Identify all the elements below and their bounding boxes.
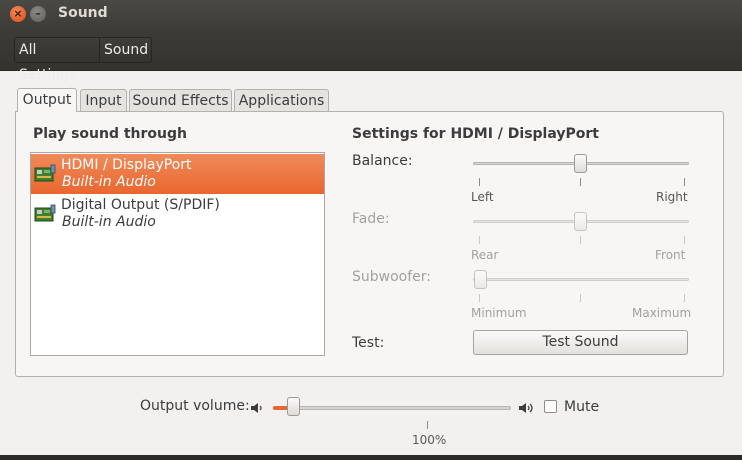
balance-left-label: Left: [471, 190, 494, 204]
speaker-low-icon: [251, 403, 262, 413]
subwoofer-max-label: Maximum: [632, 306, 692, 320]
subwoofer-slider-track: [473, 278, 689, 281]
speaker-high-icon: [519, 403, 533, 413]
fade-label: Fade:: [352, 211, 390, 227]
device-name: Digital Output (S/PDIF): [61, 197, 220, 213]
close-icon[interactable]: ×: [10, 6, 26, 22]
subwoofer-tick-left: [479, 294, 480, 302]
window-bottom-edge: [0, 455, 742, 460]
device-item-spdif[interactable]: Digital Output (S/PDIF) Built-in Audio: [31, 194, 324, 234]
title-bar: × – Sound: [0, 0, 742, 30]
fade-slider-handle: [574, 212, 587, 231]
balance-label: Balance:: [352, 153, 413, 169]
volume-slider-handle[interactable]: [287, 397, 301, 416]
device-item-hdmi[interactable]: HDMI / DisplayPort Built-in Audio: [31, 154, 324, 194]
tab-sound-effects[interactable]: Sound Effects: [129, 89, 232, 111]
fade-tick-right: [684, 236, 685, 244]
test-sound-button[interactable]: Test Sound: [473, 330, 688, 355]
device-subtitle: Built-in Audio: [62, 174, 156, 190]
volume-100-label: 100%: [412, 433, 447, 447]
output-volume-label: Output volume:: [140, 398, 250, 414]
fade-tick-center: [580, 236, 581, 244]
audio-card-icon: [34, 204, 56, 222]
device-subtitle: Built-in Audio: [62, 214, 156, 230]
test-label: Test:: [352, 335, 385, 351]
mute-checkbox[interactable]: [544, 400, 557, 413]
fade-tick-left: [479, 236, 480, 244]
subwoofer-tick-center: [580, 294, 581, 302]
subwoofer-tick-right: [684, 294, 685, 302]
volume-100-tick: [427, 421, 428, 429]
subwoofer-label: Subwoofer:: [352, 269, 431, 285]
balance-slider-handle[interactable]: [574, 154, 587, 173]
tab-applications[interactable]: Applications: [234, 89, 329, 111]
tab-output[interactable]: Output: [17, 88, 77, 112]
volume-slider-fill: [273, 406, 289, 410]
window-title: Sound: [58, 5, 108, 21]
subwoofer-slider-handle: [474, 270, 487, 289]
device-list[interactable]: HDMI / DisplayPort Built-in Audio Digita…: [30, 152, 325, 356]
volume-slider-track[interactable]: [273, 406, 511, 410]
all-settings-button[interactable]: All Settings: [14, 37, 100, 83]
fade-rear-label: Rear: [471, 248, 499, 262]
balance-tick-right: [684, 178, 685, 186]
settings-heading: Settings for HDMI / DisplayPort: [352, 126, 599, 142]
subwoofer-min-label: Minimum: [471, 306, 527, 320]
fade-front-label: Front: [655, 248, 686, 262]
minimize-icon[interactable]: –: [30, 6, 46, 22]
balance-right-label: Right: [656, 190, 688, 204]
balance-tick-left: [479, 178, 480, 186]
mute-label: Mute: [564, 399, 600, 415]
balance-tick-center: [580, 178, 581, 186]
play-sound-through-heading: Play sound through: [33, 126, 187, 142]
sound-breadcrumb-button[interactable]: Sound: [99, 37, 152, 63]
device-name: HDMI / DisplayPort: [61, 157, 192, 173]
toolbar: All Settings Sound: [0, 30, 742, 83]
audio-card-icon: [34, 164, 56, 182]
tab-input[interactable]: Input: [80, 89, 127, 111]
